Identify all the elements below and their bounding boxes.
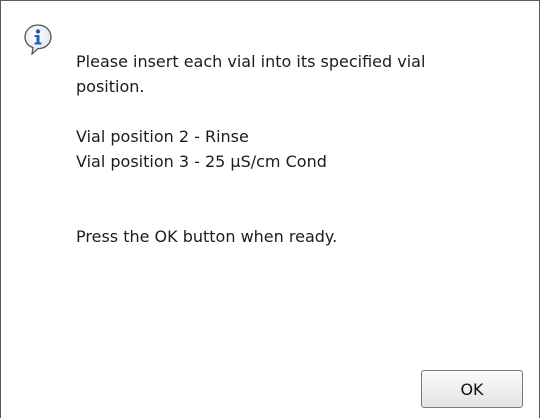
message-line-1: Please insert each vial into its specifi… [76,52,426,71]
info-dialog: Please insert each vial into its specifi… [0,0,540,418]
instruction-line: Press the OK button when ready. [76,227,338,246]
vial-position-2-line: Vial position 2 - Rinse [76,127,249,146]
ok-button[interactable]: OK [421,370,523,408]
dialog-message: Please insert each vial into its specifi… [76,49,516,249]
message-line-2: position. [76,77,145,96]
vial-position-3-line: Vial position 3 - 25 µS/cm Cond [76,152,327,171]
info-icon [22,23,54,56]
